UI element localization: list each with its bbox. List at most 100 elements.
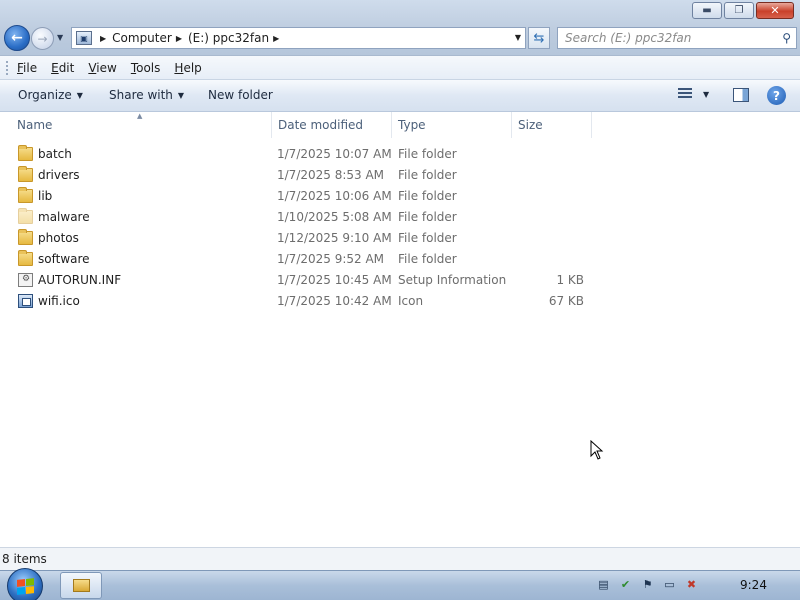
file-row-wifi-ico[interactable]: wifi.ico 1/7/2025 10:42 AM Icon 67 KB (0, 291, 800, 312)
file-type: File folder (398, 252, 457, 266)
file-row-malware[interactable]: malware 1/10/2025 5:08 AM File folder (0, 207, 800, 228)
menu-edit[interactable]: Edit (51, 61, 74, 75)
menu-view[interactable]: View (88, 61, 116, 75)
folder-icon (18, 187, 33, 203)
mouse-cursor-icon (590, 440, 604, 460)
chevron-down-icon: ▼ (76, 91, 83, 100)
close-button[interactable]: ✕ (756, 2, 794, 19)
file-name: batch (38, 147, 72, 161)
breadcrumb-separator-icon[interactable]: ▶ (176, 34, 182, 43)
refresh-icon: ⇆ (533, 30, 545, 46)
start-button[interactable] (7, 568, 43, 600)
arrow-left-icon: ← (11, 30, 23, 46)
file-type: Setup Information (398, 273, 507, 287)
file-name: drivers (38, 168, 80, 182)
back-button[interactable]: ← (4, 25, 30, 51)
help-icon[interactable]: ? (767, 86, 786, 105)
file-row-photos[interactable]: photos 1/12/2025 9:10 AM File folder (0, 228, 800, 249)
folder-icon (18, 250, 33, 266)
search-input[interactable] (565, 31, 775, 45)
system-tray: ▤ ✔ ⚑ ▭ ✖ (596, 577, 699, 592)
menu-help[interactable]: Help (174, 61, 201, 75)
window-frame: ▬ ❐ ✕ ← → ▼ ▣ ▶ Computer ▶ (E:) ppc32fan… (0, 0, 800, 56)
arrow-right-icon: → (37, 31, 48, 46)
chevron-down-icon: ▼ (177, 91, 185, 100)
file-name: AUTORUN.INF (38, 273, 122, 287)
menu-grip (6, 60, 9, 75)
file-row-batch[interactable]: batch 1/7/2025 10:07 AM File folder (0, 144, 800, 165)
minimize-button[interactable]: ▬ (692, 2, 722, 19)
file-type: File folder (398, 231, 457, 245)
breadcrumb-computer[interactable]: Computer (112, 31, 172, 45)
ico-file-icon (18, 294, 33, 308)
windows-logo-icon (16, 577, 34, 595)
file-type: File folder (398, 168, 457, 182)
navigation-row: ← → ▼ ▣ ▶ Computer ▶ (E:) ppc32fan ▶ ▼ ⇆… (0, 24, 800, 54)
recent-pages-dropdown[interactable]: ▼ (57, 33, 63, 42)
file-list: Name ▲ Date modified Type Size batch 1/7… (0, 112, 800, 547)
refresh-button[interactable]: ⇆ (528, 27, 550, 49)
change-view-icon[interactable] (678, 88, 692, 101)
view-options-dropdown[interactable]: ▼ (703, 90, 709, 99)
file-name: malware (38, 210, 90, 224)
folder-icon (18, 229, 33, 245)
status-bar: 8 items (0, 547, 800, 570)
file-name: wifi.ico (38, 294, 80, 308)
taskbar-explorer-button[interactable] (60, 572, 102, 599)
file-date: 1/12/2025 9:10 AM (277, 231, 392, 245)
search-box[interactable]: ⚲ (557, 27, 797, 49)
setup-file-icon (18, 273, 33, 287)
maximize-button[interactable]: ❐ (724, 2, 754, 19)
taskbar-clock[interactable]: 9:24 (740, 578, 767, 592)
file-size: 67 KB (548, 294, 584, 308)
drive-icon: ▣ (76, 31, 92, 45)
menu-file[interactable]: File (17, 61, 37, 75)
file-size: 1 KB (556, 273, 584, 287)
taskbar: ▤ ✔ ⚑ ▭ ✖ 9:24 (0, 568, 800, 600)
folder-faded-icon (18, 208, 33, 224)
window-controls: ▬ ❐ ✕ (692, 2, 794, 19)
menu-bar: File Edit View Tools Help (0, 56, 800, 80)
folder-icon (18, 166, 33, 182)
file-row-drivers[interactable]: drivers 1/7/2025 8:53 AM File folder (0, 165, 800, 186)
search-icon[interactable]: ⚲ (782, 31, 791, 45)
sort-ascending-icon: ▲ (137, 112, 143, 120)
address-bar[interactable]: ▣ ▶ Computer ▶ (E:) ppc32fan ▶ ▼ (71, 27, 526, 49)
organize-button[interactable]: Organize ▼ (18, 88, 83, 102)
file-name: photos (38, 231, 79, 245)
file-type: File folder (398, 210, 457, 224)
volume-muted-icon[interactable]: ✖ (684, 577, 699, 592)
folder-icon (18, 145, 33, 161)
file-name: lib (38, 189, 53, 203)
file-date: 1/7/2025 9:52 AM (277, 252, 385, 266)
breadcrumb-separator-icon[interactable]: ▶ (273, 34, 279, 43)
menu-tools[interactable]: Tools (131, 61, 161, 75)
file-row-autorun[interactable]: AUTORUN.INF 1/7/2025 10:45 AM Setup Info… (0, 270, 800, 291)
breadcrumb-drive[interactable]: (E:) ppc32fan (188, 31, 269, 45)
file-date: 1/7/2025 8:53 AM (277, 168, 385, 182)
file-type: Icon (398, 294, 424, 308)
tray-document-icon[interactable]: ▤ (596, 577, 611, 592)
action-center-flag-icon[interactable]: ⚑ (640, 577, 655, 592)
explorer-icon (72, 579, 90, 592)
column-header-type[interactable]: Type (392, 112, 512, 138)
column-header-date[interactable]: Date modified (272, 112, 392, 138)
file-date: 1/7/2025 10:06 AM (277, 189, 392, 203)
address-dropdown[interactable]: ▼ (515, 33, 521, 42)
file-name: software (38, 252, 90, 266)
file-type: File folder (398, 189, 457, 203)
file-date: 1/7/2025 10:45 AM (277, 273, 392, 287)
column-header-size[interactable]: Size (512, 112, 592, 138)
tray-security-icon[interactable]: ✔ (618, 577, 633, 592)
item-count: 8 items (2, 552, 47, 566)
share-with-button[interactable]: Share with ▼ (109, 88, 184, 102)
new-folder-button[interactable]: New folder (208, 88, 273, 102)
file-row-software[interactable]: software 1/7/2025 9:52 AM File folder (0, 249, 800, 270)
preview-pane-icon[interactable] (733, 88, 749, 102)
breadcrumb-separator-icon[interactable]: ▶ (100, 34, 106, 43)
file-date: 1/10/2025 5:08 AM (277, 210, 392, 224)
file-row-lib[interactable]: lib 1/7/2025 10:06 AM File folder (0, 186, 800, 207)
forward-button[interactable]: → (31, 27, 54, 50)
network-icon[interactable]: ▭ (662, 577, 677, 592)
command-bar: Organize ▼ Share with ▼ New folder ▼ ? (0, 80, 800, 112)
